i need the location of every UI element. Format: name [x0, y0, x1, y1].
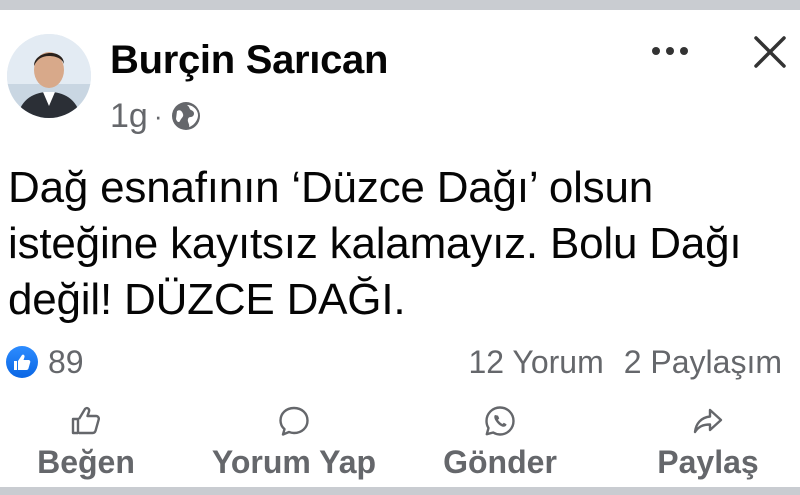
reaction-count: 89	[48, 343, 84, 380]
post-text: Dağ esnafının ‘Düzce Dağı’ olsun isteğin…	[8, 163, 742, 324]
reaction-summary[interactable]: 89	[6, 342, 84, 382]
share-arrow-icon	[693, 408, 723, 434]
like-button[interactable]: Beğen	[30, 404, 142, 484]
thumbs-up-icon	[6, 346, 38, 378]
whatsapp-icon	[485, 406, 515, 436]
thumbs-up-outline-icon	[71, 406, 100, 435]
close-icon[interactable]	[748, 30, 792, 74]
comment-button[interactable]: Yorum Yap	[196, 404, 392, 484]
post-time[interactable]: 1g	[110, 97, 148, 136]
action-bar: Beğen Yorum Yap Gönder Paylaş	[0, 404, 800, 484]
comment-label: Yorum Yap	[211, 444, 377, 480]
bottom-divider	[0, 487, 800, 495]
meta-separator: ·	[153, 100, 163, 131]
comment-count[interactable]: 12 Yorum	[469, 344, 604, 381]
globe-icon[interactable]	[171, 101, 201, 131]
post-stats: 12 Yorum 2 Paylaşım	[469, 342, 783, 382]
send-label: Gönder	[443, 444, 557, 480]
share-label: Paylaş	[657, 444, 759, 480]
more-options-icon[interactable]	[648, 36, 692, 66]
post-meta: 1g ·	[110, 96, 201, 136]
avatar[interactable]	[7, 34, 91, 118]
author-name[interactable]: Burçin Sarıcan	[110, 38, 388, 83]
like-label: Beğen	[37, 444, 135, 480]
speech-bubble-icon	[279, 406, 309, 436]
share-button[interactable]: Paylaş	[648, 404, 768, 484]
top-divider	[0, 0, 800, 10]
share-count[interactable]: 2 Paylaşım	[624, 344, 782, 381]
send-button[interactable]: Gönder	[432, 404, 568, 484]
